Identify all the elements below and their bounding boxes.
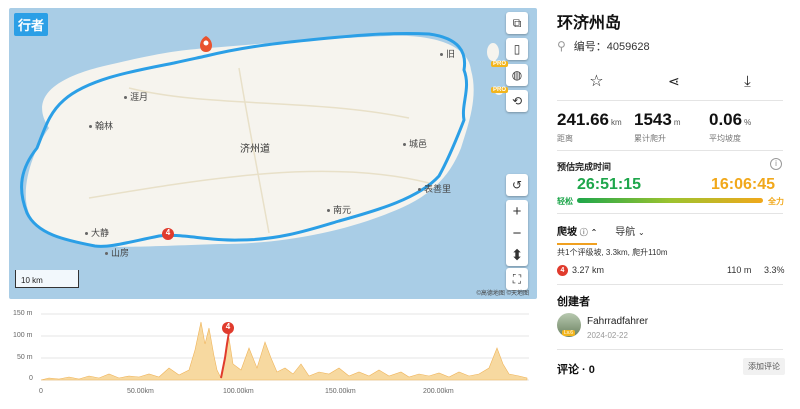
climb-marker-label: 4 [165,228,171,237]
x-tick-label: 150.00km [325,388,356,395]
effort-gradient-bar [577,198,763,203]
easy-time: 26:51:15 [577,176,642,193]
place-label: 涯月 [124,90,148,103]
route-title: 环济州岛 [557,15,622,32]
profile-marker-label: 4 [225,322,231,331]
app-logo: 行者 [14,13,49,36]
stat-elevation: 1543 m 累计爬升 [634,110,681,144]
stat-value: 241.66 [557,110,609,129]
tab-navigation[interactable]: 导航 ⌄ [615,223,644,245]
zoom-out-button[interactable]: − [506,222,528,244]
divider [557,284,783,285]
divider [557,100,783,101]
full-time: 16:06:45 [711,176,776,193]
tab-label: 爬坡 [557,227,577,238]
zoom-in-button[interactable]: + [506,200,528,222]
stat-unit: % [744,118,752,127]
climb-gain: 110 m [727,265,752,275]
history-icon[interactable]: ↺ [506,174,528,196]
star-icon[interactable]: ☆ [589,71,603,91]
x-tick-label: 200.00km [423,388,454,395]
y-tick-label: 50 m [17,354,33,361]
x-tick-label: 100.00km [223,388,254,395]
stat-unit: m [673,118,681,127]
y-tick-label: 150 m [13,310,33,317]
globe-layer-icon[interactable]: PRO ◍ [491,61,528,86]
climb-category-badge: 4 [557,265,568,276]
fullscreen-icon[interactable]: ⛶ [506,268,528,290]
pro-badge: PRO [491,87,509,93]
tab-label: 导航 [615,227,636,238]
place-label: 翰林 [89,119,113,132]
place-label: 南元 [327,203,351,216]
easy-label: 轻松 [557,197,573,206]
bike-icon: ⚲ [557,39,566,53]
x-tick-label: 50.00km [127,388,154,395]
street-view-icon[interactable]: PRO ⟲ [491,87,528,112]
map-base [20,31,503,248]
level-badge: Lv.6 [562,330,576,336]
divider [557,150,783,151]
climb-distance: 3.27 km [572,265,605,275]
map-attribution: ©高德地图 ©天地图 [476,291,529,297]
zoom-controls: + − ⬍ [506,200,528,266]
creator-name[interactable]: Fahrradfahrer [587,316,648,327]
action-bar: ☆ ⋖ ⤓ [557,66,783,96]
place-label: 表善里 [418,182,451,195]
route-map[interactable]: 4 行者 涯月 翰林 济州道 城邑 表善里 南元 大静 旧 山房 ⧉ ▯ PRO… [9,8,537,299]
stat-value: 0.06 [709,110,743,129]
stat-grade: 0.06% 平均坡度 [709,110,751,144]
share-icon[interactable]: ⋖ [668,73,680,90]
help-icon: ⓘ [579,228,588,237]
route-detail-panel: 环济州岛 ⚲ 编号：4059628 ☆ ⋖ ⤓ 241.66 km 距离 1543… [557,0,800,405]
x-tick-label: 0 [39,388,43,395]
add-comment-button[interactable]: 添加评论 [743,358,785,375]
chevron-down-icon: ⌄ [638,228,645,237]
tab-climb[interactable]: 爬坡 ⓘ ⌃ [557,223,598,245]
elevation-profile[interactable]: 4 150 m 100 m 50 m 0 0 50.00km 100.00km … [9,308,537,404]
avatar[interactable]: Lv.6 [557,313,581,337]
place-label: 旧 [440,47,455,60]
compass-icon[interactable]: ⬍ [506,244,528,266]
estimate-label: 预估完成时间 [557,162,612,172]
stat-label: 平均坡度 [709,134,741,143]
place-label: 济州道 [240,144,270,155]
full-label: 全力 [768,197,784,206]
download-icon[interactable]: ⤓ [744,73,751,90]
copy-route-icon[interactable]: ⧉ [506,12,528,34]
stat-label: 距离 [557,134,573,143]
stat-distance: 241.66 km 距离 [557,110,622,144]
route-id-row: ⚲ 编号：4059628 [557,38,650,54]
elevation-area [40,321,528,381]
divider [557,213,783,214]
y-tick-label: 0 [29,375,33,382]
stat-unit: km [611,118,622,127]
divider [557,349,783,350]
comments-heading: 评论 · 0 [557,364,595,376]
pro-badge: PRO [491,61,509,67]
start-pin-icon [200,36,212,52]
elevation-chart [40,313,529,381]
chevron-up-icon: ⌃ [590,228,598,237]
islet [487,43,499,61]
creator-heading: 创建者 [557,296,590,308]
tab-bar: 爬坡 ⓘ ⌃ 导航 ⌄ [557,223,645,245]
scale-bar: 10 km [15,270,79,288]
info-icon[interactable]: i [770,158,782,170]
book-icon[interactable]: ▯ [506,38,528,60]
route-id: 编号：4059628 [573,41,650,53]
stat-value: 1543 [634,110,672,129]
place-label: 山房 [105,246,129,259]
creator-date: 2024-02-22 [587,331,628,340]
climb-summary: 共1个评级坡, 3.3km, 爬升110m [557,248,668,257]
y-tick-label: 100 m [13,332,33,339]
place-label: 大静 [85,226,109,239]
climb-grade: 3.3% [764,265,785,275]
place-label: 城邑 [403,137,427,150]
stat-label: 累计爬升 [634,134,666,143]
